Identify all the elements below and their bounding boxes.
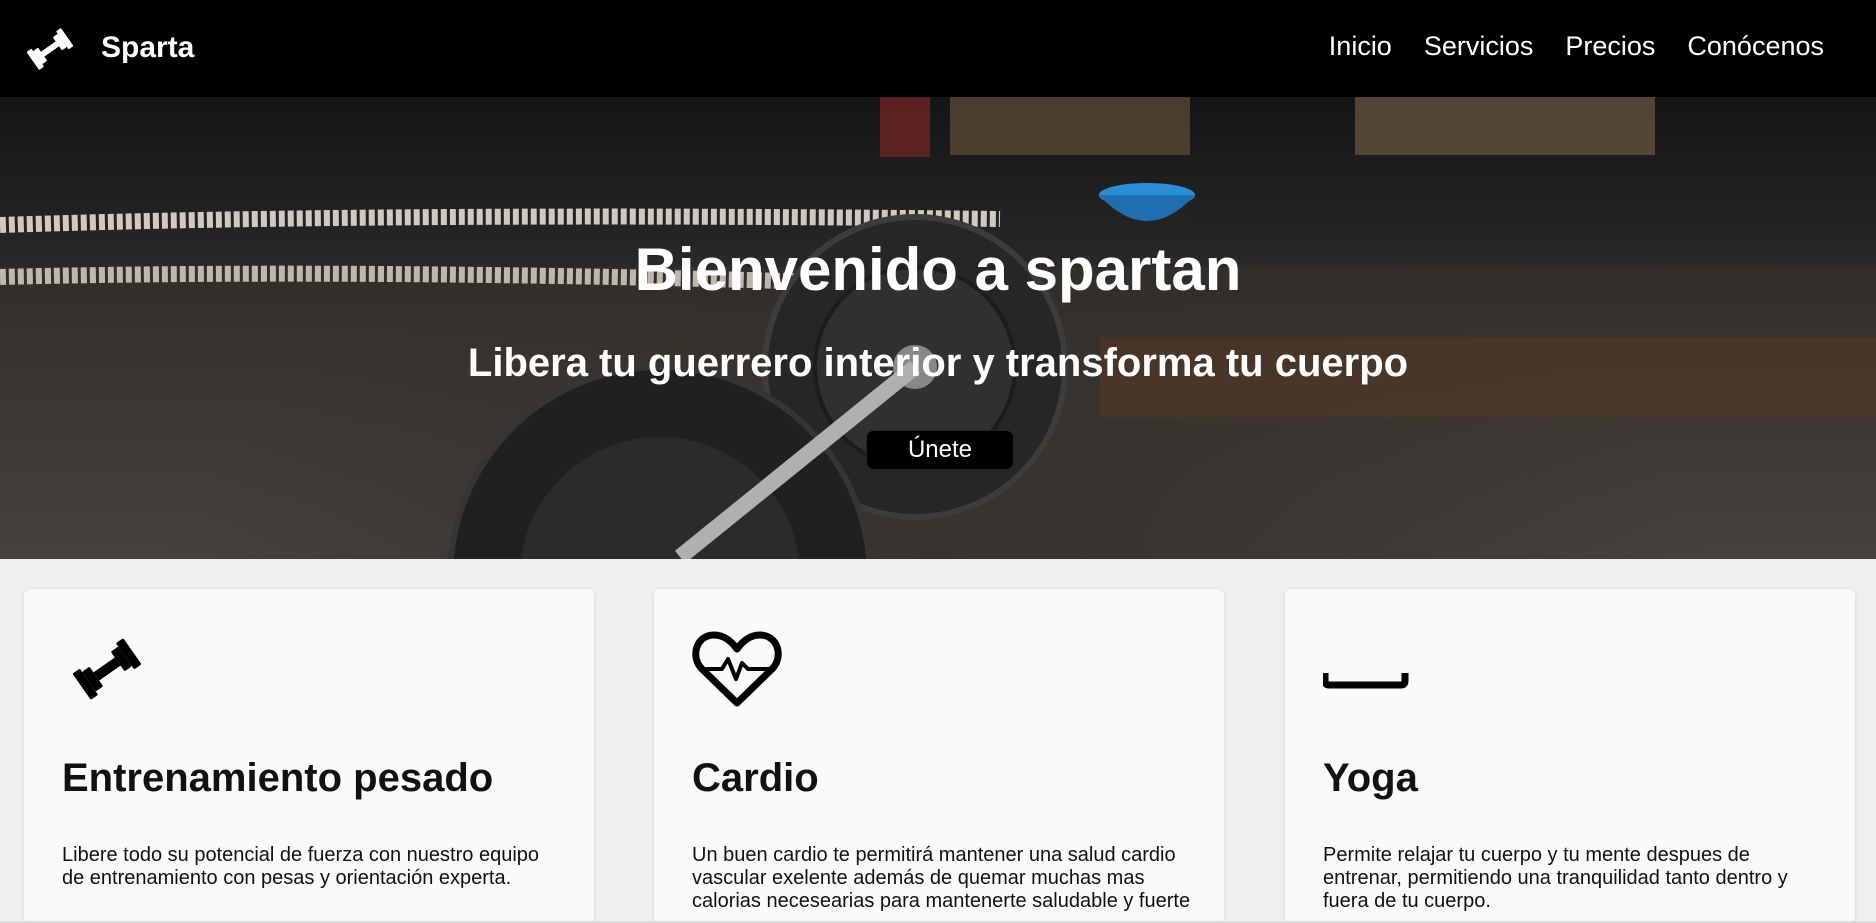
- hero-subtitle: Libera tu guerrero interior y transforma…: [467, 341, 1409, 385]
- nav-link-servicios[interactable]: Servicios: [1424, 31, 1534, 62]
- nav-link-conocenos[interactable]: Conócenos: [1687, 31, 1824, 62]
- dumbbell-icon[interactable]: [25, 24, 75, 74]
- nav-link-inicio[interactable]: Inicio: [1329, 31, 1392, 62]
- service-card-cardio[interactable]: Cardio Un buen cardio te permitirá mante…: [654, 589, 1224, 923]
- hero-background-image: [0, 97, 1876, 559]
- card-text: Permite relajar tu cuerpo y tu mente des…: [1323, 844, 1788, 912]
- card-title: Yoga: [1323, 756, 1418, 800]
- card-text: Un buen cardio te permitirá mantener una…: [692, 844, 1191, 912]
- nav-link-precios[interactable]: Precios: [1565, 31, 1655, 62]
- heartbeat-icon: [692, 631, 782, 707]
- nav-links: Inicio Servicios Precios Conócenos: [1329, 31, 1824, 62]
- service-card-yoga[interactable]: Yoga Permite relajar tu cuerpo y tu ment…: [1285, 589, 1855, 923]
- join-button[interactable]: Únete: [866, 430, 1014, 470]
- card-text: Libere todo su potencial de fuerza con n…: [62, 844, 540, 889]
- yoga-mat-icon: [1323, 673, 1409, 689]
- service-card-weights[interactable]: Entrenamiento pesado Libere todo su pote…: [24, 589, 594, 923]
- card-title: Cardio: [692, 756, 819, 800]
- dumbbell-icon: [73, 638, 141, 700]
- brand-name[interactable]: Sparta: [101, 31, 194, 65]
- navbar: Sparta Inicio Servicios Precios Conóceno…: [0, 0, 1876, 97]
- card-title: Entrenamiento pesado: [62, 756, 494, 800]
- hero-title: Bienvenido a spartan: [634, 236, 1242, 303]
- hero-section: Bienvenido a spartan Libera tu guerrero …: [0, 97, 1876, 559]
